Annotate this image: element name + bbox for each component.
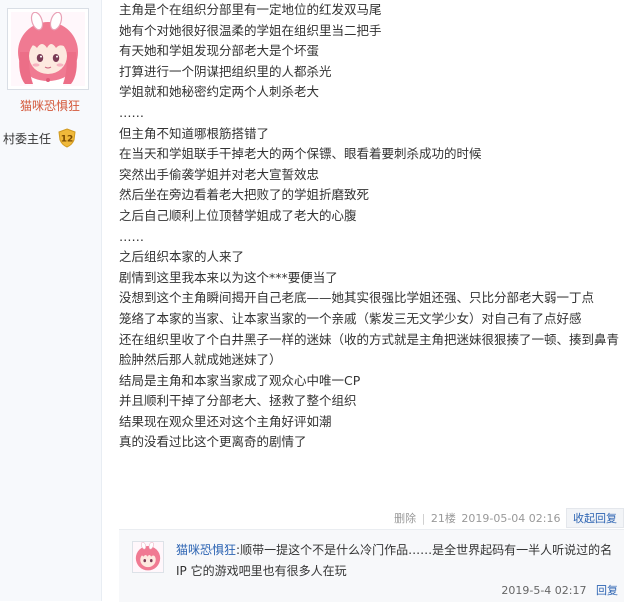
post-line: 在当天和学姐联手干掉老大的两个保镖、眼看着要刺杀成功的时候 [119, 146, 482, 162]
delete-link[interactable]: 删除 [394, 512, 416, 525]
post-line: 学姐就和她秘密约定两个人刺杀老大 [119, 84, 320, 100]
reply-avatar-image [133, 541, 163, 572]
post-datetime: 2019-05-04 02:16 [461, 512, 561, 525]
reply-button[interactable]: 回复 [596, 584, 618, 597]
post-line: 有天她和学姐发现分部老大是个坏蛋 [119, 43, 320, 59]
post-line: …… [119, 104, 144, 120]
post-line: 结果现在观众里还对这个主角好评如潮 [119, 413, 332, 429]
post-main: 主角是个在组织分部里有一定地位的红发双马尾 她有个对她很好很温柔的学姐在组织里当二… [119, 0, 624, 453]
post-content: 主角是个在组织分部里有一定地位的红发双马尾 她有个对她很好很温柔的学姐在组织里当二… [119, 0, 624, 453]
post-line: 之后组织本家的人来了 [119, 249, 245, 265]
post-line: 笼络了本家的当家、让本家当家的一个亲戚（紫发三无文学少女）对自己有了点好感 [119, 310, 582, 326]
reply-body: 猫咪恐惧狂:顺带一提这个不是什么冷门作品……是全世界起码有一半人听说过的名IP … [176, 540, 616, 582]
collapse-reply-button[interactable]: 收起回复 [566, 508, 624, 528]
post-line: 结局是主角和本家当家成了观众心中唯一CP [119, 372, 361, 388]
post-line: 还在组织里收了个白井黑子一样的迷妹（收的方式就是主角把迷妹很狠揍了一顿、揍到鼻青… [119, 331, 620, 368]
post-line: 打算进行一个阴谋把组织里的人都杀光 [119, 63, 332, 79]
reply-thread: 猫咪恐惧狂:顺带一提这个不是什么冷门作品……是全世界起码有一半人听说过的名IP … [119, 529, 624, 602]
post-line: 没想到这个主角瞬间揭开自己老底——她其实很强比学姐还强、只比分部老大弱一丁点 [119, 290, 595, 306]
author-rank: 村委主任 [3, 131, 52, 146]
author-sidebar: 猫咪恐惧狂 村委主任 12 [0, 0, 102, 601]
post-line: 真的没看过比这个更离奇的剧情了 [119, 434, 307, 450]
author-avatar[interactable] [7, 8, 89, 90]
author-username[interactable]: 猫咪恐惧狂 [0, 97, 100, 114]
post-line: 剧情到这里我本来以为这个***要便当了 [119, 269, 338, 285]
reply-datetime: 2019-5-4 02:17 [501, 584, 587, 597]
floor-number: 21楼 [430, 512, 456, 525]
reply-avatar[interactable] [132, 541, 164, 573]
post-line: 突然出手偷袭学姐并对老大宣誓效忠 [119, 166, 320, 182]
author-rank-row: 村委主任 12 [3, 128, 77, 148]
avatar-image [11, 12, 85, 86]
post-line: 但主角不知道哪根筋搭错了 [119, 125, 270, 141]
post-line: 之后自己顺利上位顶替学姐成了老大的心腹 [119, 207, 357, 223]
post-line: 然后坐在旁边看着老大把败了的学姐折磨致死 [119, 187, 370, 203]
reply-text: 顺带一提这个不是什么冷门作品……是全世界起码有一半人听说过的名IP 它的游戏吧里… [176, 543, 613, 578]
reply-meta: 2019-5-4 02:17 回复 [501, 582, 618, 598]
shield-level-icon[interactable]: 12 [57, 128, 77, 148]
post-line: …… [119, 228, 144, 244]
post-line: 主角是个在组织分部里有一定地位的红发双马尾 [119, 2, 382, 17]
post-line: 她有个对她很好很温柔的学姐在组织里当二把手 [119, 22, 382, 38]
meta-separator: | [421, 512, 426, 525]
post-line: 并且顺利干掉了分部老大、拯救了整个组织 [119, 393, 357, 409]
reply-username[interactable]: 猫咪恐惧狂 [176, 543, 236, 557]
post-meta: 删除 | 21楼 2019-05-04 02:16 收起回复 [119, 508, 624, 528]
level-number: 12 [61, 135, 74, 145]
